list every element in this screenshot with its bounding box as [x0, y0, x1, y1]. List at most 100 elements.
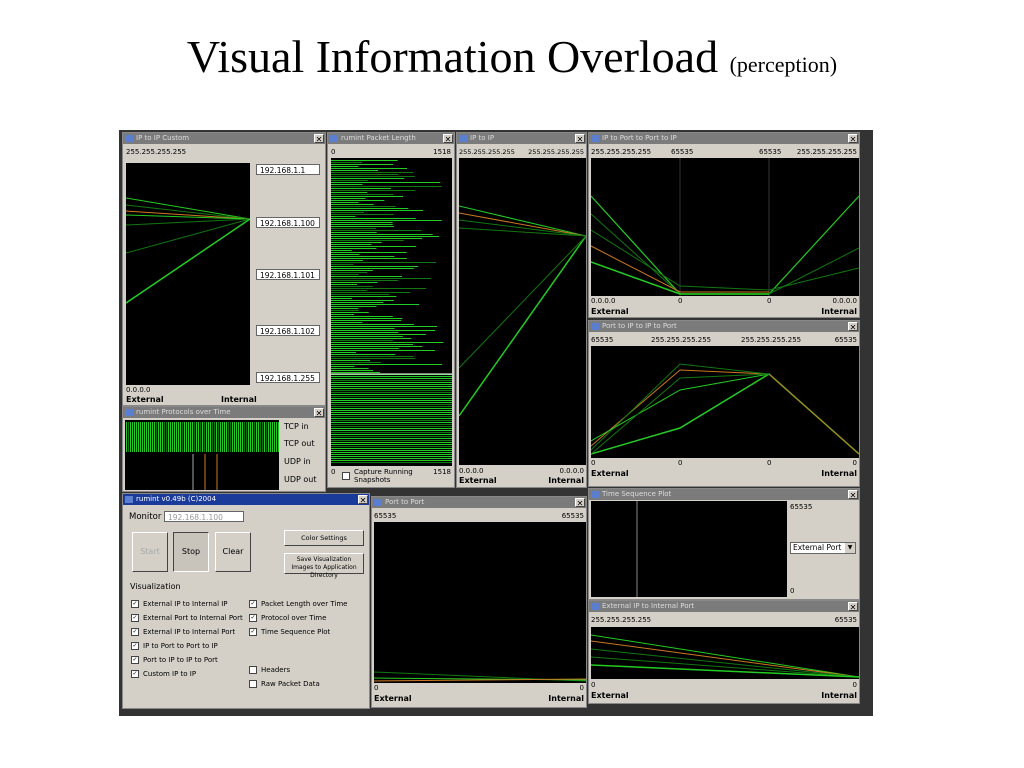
ip-field[interactable]: 192.168.1.102: [256, 325, 320, 336]
protocol-tick: [184, 422, 185, 452]
trace-line: [126, 218, 250, 304]
window-titlebar[interactable]: Port to Port ✕: [372, 497, 586, 508]
close-icon[interactable]: ✕: [848, 134, 858, 144]
protocols-plot: [125, 420, 279, 490]
packet-bar: [331, 246, 417, 247]
packet-bar: [331, 388, 452, 389]
visualization-option-checkbox[interactable]: Headers: [249, 666, 290, 674]
window-ext-ip-int-port[interactable]: External IP to Internal Port ✕ 255.255.25…: [588, 600, 860, 704]
axis-internal-label: Internal: [221, 395, 257, 404]
window-titlebar[interactable]: Port to IP to IP to Port ✕: [589, 321, 859, 332]
packet-bar: [331, 314, 354, 315]
window-titlebar[interactable]: IP to IP Custom ✕: [123, 133, 325, 144]
ip-field[interactable]: 192.168.1.101: [256, 269, 320, 280]
stop-button[interactable]: Stop: [173, 532, 209, 572]
protocol-tick: [132, 422, 133, 452]
app-icon: [125, 496, 133, 503]
close-icon[interactable]: ✕: [443, 134, 453, 144]
window-rumint-control[interactable]: rumint v0.49b (C)2004 ✕ Monitor 192.168.1…: [122, 493, 370, 709]
window-ip-port-port-ip[interactable]: IP to Port to Port to IP ✕ 255.255.255.25…: [588, 132, 860, 318]
app-icon: [591, 135, 599, 142]
checkbox-box[interactable]: ✓: [131, 628, 139, 636]
window-titlebar[interactable]: rumint v0.49b (C)2004 ✕: [123, 494, 369, 505]
window-titlebar[interactable]: External IP to Internal Port ✕: [589, 601, 859, 612]
checkbox-box[interactable]: ✓: [131, 614, 139, 622]
capture-snapshots-checkbox[interactable]: Capture Running Snapshots: [342, 468, 416, 484]
visualization-option-checkbox[interactable]: ✓ Custom IP to IP: [131, 670, 196, 678]
axis-internal-label: Internal: [821, 307, 857, 316]
visualization-option-checkbox[interactable]: ✓ External IP to Internal Port: [131, 628, 235, 636]
checkbox-box[interactable]: [249, 666, 257, 674]
visualization-option-checkbox[interactable]: ✓ Packet Length over Time: [249, 600, 347, 608]
window-title: rumint Packet Length: [341, 134, 416, 142]
visualization-option-checkbox[interactable]: ✓ Protocol over Time: [249, 614, 326, 622]
close-icon[interactable]: ✕: [848, 602, 858, 612]
window-titlebar[interactable]: Time Sequence Plot ✕: [589, 489, 859, 500]
checkbox-box[interactable]: ✓: [131, 642, 139, 650]
color-settings-button[interactable]: Color Settings: [284, 530, 364, 546]
window-ip-to-ip[interactable]: IP to IP ✕ 255.255.255.255 255.255.255.25…: [456, 132, 587, 488]
close-icon[interactable]: ✕: [575, 498, 585, 508]
visualization-option-checkbox[interactable]: ✓ Time Sequence Plot: [249, 628, 330, 636]
visualization-option-checkbox[interactable]: ✓ External Port to Internal Port: [131, 614, 243, 622]
close-icon[interactable]: ✕: [314, 408, 324, 418]
axis-external-label: External: [591, 691, 629, 700]
checkbox-box[interactable]: ✓: [131, 670, 139, 678]
close-icon[interactable]: ✕: [314, 134, 324, 144]
axis-bottom-label: 0: [767, 459, 772, 467]
clear-button[interactable]: Clear: [215, 532, 251, 572]
checkbox-label: IP to Port to Port to IP: [143, 642, 218, 650]
ip-field[interactable]: 192.168.1.1: [256, 164, 320, 175]
protocol-tick: [216, 422, 217, 452]
checkbox-label: Custom IP to IP: [143, 670, 197, 678]
checkbox-box[interactable]: ✓: [249, 628, 257, 636]
packet-bar: [331, 446, 452, 447]
visualization-option-checkbox[interactable]: ✓ IP to Port to Port to IP: [131, 642, 218, 650]
visualization-option-checkbox[interactable]: Raw Packet Data: [249, 680, 320, 688]
checkbox-box[interactable]: [342, 472, 350, 480]
window-title: Port to IP to IP to Port: [602, 322, 677, 330]
checkbox-box[interactable]: ✓: [131, 600, 139, 608]
window-protocols-over-time[interactable]: rumint Protocols over Time ✕ TCP in TCP o…: [122, 406, 326, 492]
window-titlebar[interactable]: rumint Protocols over Time ✕: [123, 407, 325, 418]
chevron-down-icon[interactable]: ▼: [845, 543, 855, 553]
trace-line: [459, 212, 586, 237]
save-images-button[interactable]: Save Visualization Images to Application…: [284, 553, 364, 579]
packet-bar: [331, 366, 355, 367]
close-icon[interactable]: ✕: [575, 134, 585, 144]
checkbox-box[interactable]: ✓: [249, 600, 257, 608]
checkbox-box[interactable]: ✓: [249, 614, 257, 622]
checkbox-box[interactable]: ✓: [131, 656, 139, 664]
protocol-tick: [192, 422, 193, 452]
window-port-ip-ip-port[interactable]: Port to IP to IP to Port ✕ 65535 255.255.…: [588, 320, 860, 487]
window-titlebar[interactable]: IP to Port to Port to IP ✕: [589, 133, 859, 144]
custom-ip-plot: [126, 163, 250, 385]
ip-field[interactable]: 192.168.1.255: [256, 372, 320, 383]
ip-field[interactable]: 192.168.1.100: [256, 217, 320, 228]
monitor-input[interactable]: 192.168.1.100: [164, 511, 244, 522]
close-icon[interactable]: ✕: [358, 495, 368, 505]
window-time-sequence[interactable]: Time Sequence Plot ✕ 65535 External Port ▼…: [588, 488, 860, 600]
close-icon[interactable]: ✕: [848, 490, 858, 500]
window-port-to-port[interactable]: Port to Port ✕ 65535 65535 0 0 External I…: [371, 496, 587, 708]
packet-bar: [331, 368, 369, 369]
app-icon: [591, 323, 599, 330]
window-packet-length[interactable]: rumint Packet Length ✕ 0 1518 0 Capture R…: [327, 132, 455, 488]
packet-bar: [331, 202, 359, 203]
checkbox-box[interactable]: [249, 680, 257, 688]
close-icon[interactable]: ✕: [848, 322, 858, 332]
app-icon: [125, 135, 133, 142]
axis-select[interactable]: External Port ▼: [790, 542, 856, 554]
axis-top-label: 255.255.255.255: [591, 148, 652, 156]
visualization-option-checkbox[interactable]: ✓ External IP to Internal IP: [131, 600, 228, 608]
window-ip-to-ip-custom[interactable]: IP to IP Custom ✕ 255.255.255.255 192.168…: [122, 132, 326, 406]
packet-bar: [331, 338, 412, 339]
packet-bar: [331, 170, 379, 171]
packet-bar: [331, 232, 377, 233]
window-titlebar[interactable]: IP to IP ✕: [457, 133, 586, 144]
visualization-option-checkbox[interactable]: ✓ Port to IP to IP to Port: [131, 656, 218, 664]
start-button[interactable]: Start: [132, 532, 168, 572]
legend-udp-in: UDP in: [284, 457, 311, 466]
axis-top-label: 255.255.255.255: [126, 148, 187, 156]
window-titlebar[interactable]: rumint Packet Length ✕: [328, 133, 454, 144]
